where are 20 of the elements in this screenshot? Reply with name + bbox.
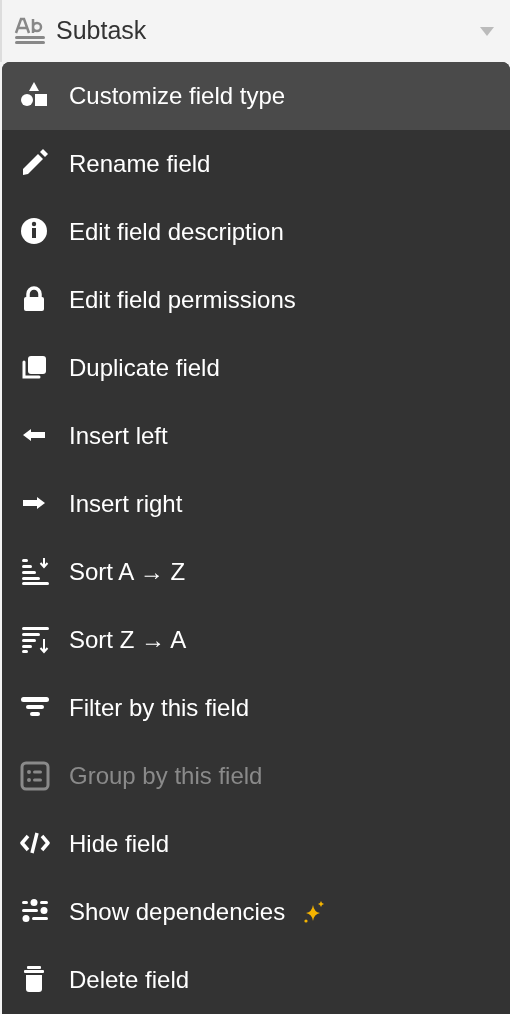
info-icon: [20, 217, 50, 247]
text-field-icon: [14, 17, 46, 45]
menu-item[interactable]: Show dependencies: [2, 878, 510, 946]
group-icon: [20, 761, 50, 791]
sort-descending-icon: [20, 625, 50, 655]
menu-item[interactable]: Sort Z → A: [2, 606, 510, 674]
menu-item[interactable]: Hide field: [2, 810, 510, 878]
caret-icon[interactable]: [480, 26, 494, 36]
menu-item[interactable]: Sort A → Z: [2, 538, 510, 606]
sort-ascending-icon: [20, 557, 50, 587]
menu-item[interactable]: Insert right: [2, 470, 510, 538]
menu-item[interactable]: Rename field: [2, 130, 510, 198]
field-name: Subtask: [56, 15, 148, 47]
menu-item[interactable]: Insert left: [2, 402, 510, 470]
menu-item[interactable]: Customize field type: [2, 62, 510, 130]
menu-item[interactable]: Filter by this field: [2, 674, 510, 742]
menu-item[interactable]: Delete field: [2, 946, 510, 1014]
menu-item[interactable]: Duplicate field: [2, 334, 510, 402]
menu-item[interactable]: Edit field permissions: [2, 266, 510, 334]
menu-item[interactable]: Edit field description: [2, 198, 510, 266]
